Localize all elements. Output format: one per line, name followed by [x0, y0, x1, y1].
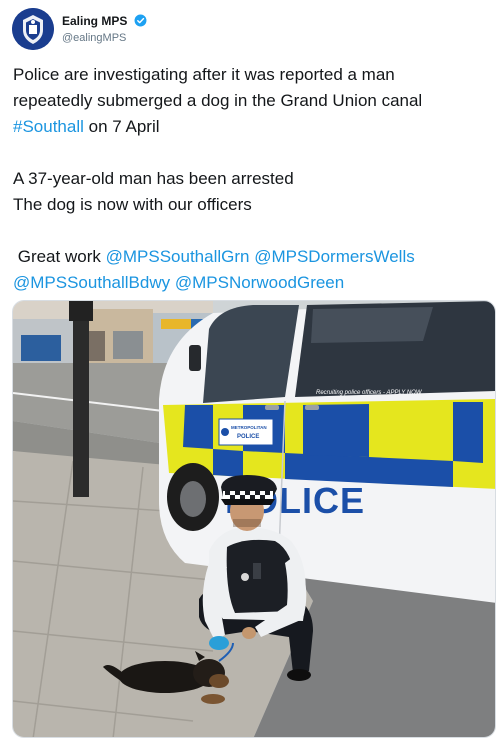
account-handle[interactable]: @ealingMPS	[62, 32, 147, 44]
tweet-line: A 37-year-old man has been arrested	[13, 169, 294, 188]
mention-link[interactable]: @MPSNorwoodGreen	[175, 273, 344, 292]
tweet-line: Great work @MPSSouthallGrn @MPSDormersWe…	[13, 244, 491, 270]
mention-link[interactable]: @MPSDormersWells	[254, 247, 415, 266]
display-name[interactable]: Ealing MPS	[62, 14, 127, 28]
hashtag-link[interactable]: #Southall	[13, 117, 84, 136]
verified-badge-icon	[134, 14, 147, 27]
avatar[interactable]	[12, 8, 54, 50]
tweet-line: #Southall on 7 April	[13, 114, 491, 140]
account-names: Ealing MPS @ealingMPS	[62, 12, 147, 44]
tweet-line: @MPSSouthallBdwy @MPSNorwoodGreen	[13, 270, 491, 296]
tweet-photo[interactable]: Recruiting police officers - APPLY NOW M…	[12, 300, 496, 738]
van-badge-line2: POLICE	[237, 434, 259, 440]
mention-link[interactable]: @MPSSouthallGrn	[106, 247, 250, 266]
tweet-header: Ealing MPS @ealingMPS	[12, 8, 488, 52]
tweet-line: The dog is now with our officers	[13, 195, 252, 214]
met-police-crest-icon	[12, 8, 54, 50]
van-badge-line1: METROPOLITAN	[231, 425, 267, 430]
photo-police-van-officer-dog: Recruiting police officers - APPLY NOW M…	[13, 301, 495, 737]
mention-link[interactable]: @MPSSouthallBdwy	[13, 273, 170, 292]
tweet-body: Police are investigating after it was re…	[13, 62, 491, 296]
tweet-line: repeatedly submerged a dog in the Grand …	[13, 91, 423, 110]
tweet-line: Police are investigating after it was re…	[13, 65, 395, 84]
tweet-line-rest: on 7 April	[83, 117, 160, 136]
van-window-sticker: Recruiting police officers - APPLY NOW	[316, 390, 423, 396]
tweet-line-prefix: Great work	[13, 247, 106, 266]
